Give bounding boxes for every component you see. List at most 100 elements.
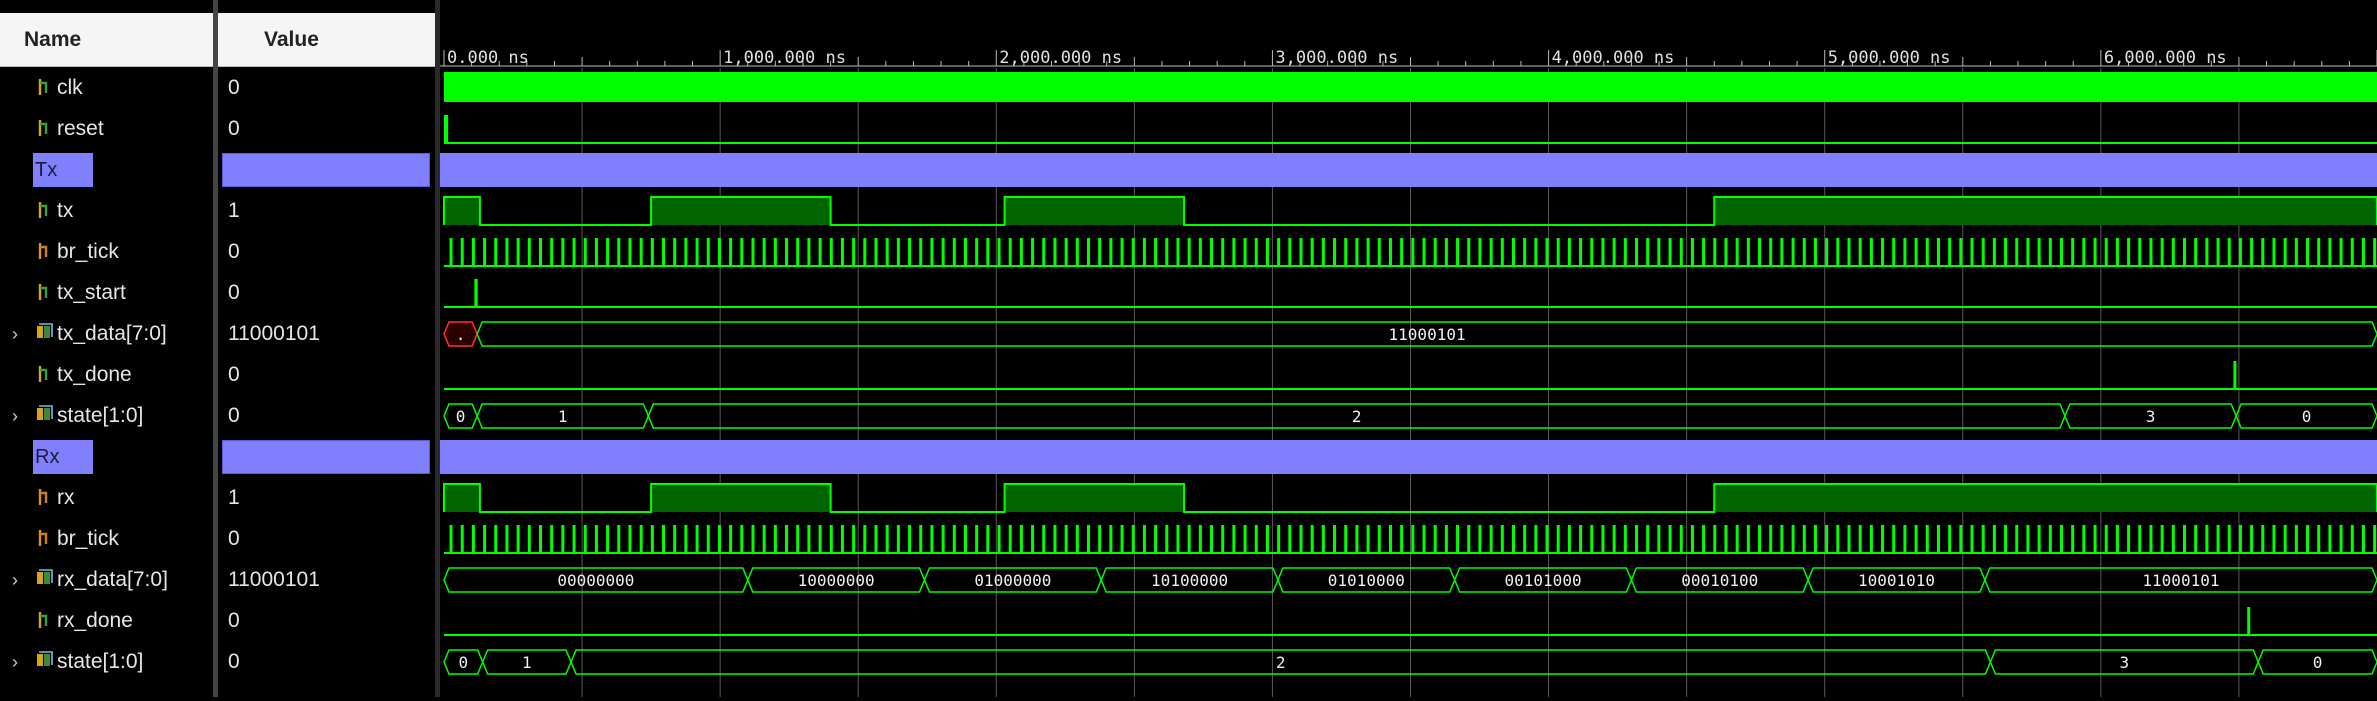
timeline-label: 1,000.000 ns <box>723 48 846 68</box>
br_tick-4-tick <box>2306 238 2310 266</box>
br_tick-4-tick <box>1579 238 1583 266</box>
br_tick-11-tick <box>1210 525 1214 553</box>
signal-row-rx[interactable]: Rx <box>0 437 215 477</box>
expand-chevron-icon[interactable]: › <box>12 406 18 427</box>
signal-value-rx_done: 0 <box>218 601 435 641</box>
expand-chevron-icon[interactable]: › <box>12 570 18 591</box>
br_tick-4-tick <box>1925 238 1929 266</box>
timeline-label: 6,000.000 ns <box>2104 48 2227 68</box>
br_tick-4-tick <box>471 238 475 266</box>
br_tick-11-tick <box>1165 525 1169 553</box>
br_tick-4-tick <box>863 238 867 266</box>
br_tick-11-tick <box>1254 525 1258 553</box>
br_tick-4-tick <box>1746 238 1750 266</box>
br_tick-11-tick <box>1590 525 1594 553</box>
br_tick-4-tick <box>1590 238 1594 266</box>
br_tick-11-tick <box>1702 525 1706 553</box>
br_tick-11-tick <box>1221 525 1225 553</box>
signal-row-tx[interactable]: tx <box>0 191 215 231</box>
br_tick-11-tick <box>2328 525 2332 553</box>
br_tick-4-tick <box>1444 238 1448 266</box>
br_tick-11-tick <box>650 525 654 553</box>
br_tick-4-tick <box>1109 238 1113 266</box>
signal-row-tx_done[interactable]: tx_done <box>0 355 215 395</box>
br_tick-11-tick <box>1321 525 1325 553</box>
br_tick-4-tick <box>1310 238 1314 266</box>
br_tick-11-tick <box>2115 525 2119 553</box>
signal-value-clk: 0 <box>218 68 435 108</box>
br_tick-4-tick <box>1758 238 1762 266</box>
br_tick-4-tick <box>2250 238 2254 266</box>
name-column-header[interactable]: Name <box>0 13 213 67</box>
br_tick-4-tick <box>997 238 1001 266</box>
signal-row-rx[interactable]: rx <box>0 478 215 518</box>
group-label[interactable]: Rx <box>33 440 93 474</box>
br_tick-11-tick <box>840 525 844 553</box>
br_tick-11-tick <box>1646 525 1650 553</box>
expand-chevron-icon[interactable]: › <box>12 324 18 345</box>
br_tick-4-tick <box>1724 238 1728 266</box>
br_tick-4-tick <box>2227 238 2231 266</box>
br_tick-4-tick <box>1422 238 1426 266</box>
br_tick-4-tick <box>1623 238 1627 266</box>
br_tick-4-tick <box>527 238 531 266</box>
waveform-canvas[interactable]: 0.000 ns 1,000.000 ns 2,000.000 ns 3,000.00… <box>440 0 2377 697</box>
br_tick-4-tick <box>2149 238 2153 266</box>
br_tick-11-tick <box>1142 525 1146 553</box>
br_tick-4-tick <box>1388 238 1392 266</box>
signal-row-tx_start[interactable]: tx_start <box>0 273 215 313</box>
br_tick-4-tick <box>1075 238 1079 266</box>
rx-high-fill <box>1714 484 2377 512</box>
br_tick-4-tick <box>986 238 990 266</box>
br_tick-11-tick <box>2183 525 2187 553</box>
br_tick-4-tick <box>941 238 945 266</box>
br_tick-11-tick <box>606 525 610 553</box>
rx_data-segment-label: 11000101 <box>2142 571 2219 590</box>
br_tick-4-tick <box>2115 238 2119 266</box>
signal-row-rx_done[interactable]: rx_done <box>0 601 215 641</box>
signal-row-br_tick[interactable]: br_tick <box>0 232 215 272</box>
br_tick-11-tick <box>1433 525 1437 553</box>
signal-row-reset[interactable]: reset <box>0 109 215 149</box>
br_tick-11-tick <box>2227 525 2231 553</box>
br_tick-4-tick <box>717 238 721 266</box>
br_tick-11-tick <box>2283 525 2287 553</box>
br_tick-4-tick <box>2272 238 2276 266</box>
br_tick-11-tick <box>762 525 766 553</box>
br_tick-11-tick <box>1635 525 1639 553</box>
br_tick-11-tick <box>2317 525 2321 553</box>
br_tick-4-tick <box>594 238 598 266</box>
br_tick-11-tick <box>1836 525 1840 553</box>
br_tick-4-tick <box>1243 238 1247 266</box>
group-label[interactable]: Tx <box>33 153 93 187</box>
bit-signal-icon <box>36 77 52 99</box>
expand-chevron-icon[interactable]: › <box>12 652 18 673</box>
signal-row-tx[interactable]: Tx <box>0 150 215 190</box>
br_tick-4-tick <box>639 238 643 266</box>
br_tick-11-tick <box>1869 525 1873 553</box>
signal-row-state[interactable]: › state[1:0] <box>0 642 215 682</box>
br_tick-4-tick <box>1825 238 1829 266</box>
br_tick-4-tick <box>2171 238 2175 266</box>
waveform-panel[interactable]: 0.000 ns 1,000.000 ns 2,000.000 ns 3,000.00… <box>440 0 2377 697</box>
br_tick-4-tick <box>572 238 576 266</box>
br_tick-11-tick <box>2149 525 2153 553</box>
br_tick-4-tick <box>628 238 632 266</box>
signal-row-br_tick[interactable]: br_tick <box>0 519 215 559</box>
signal-row-clk[interactable]: clk <box>0 68 215 108</box>
signal-value-tx_done: 0 <box>218 355 435 395</box>
signal-row-tx_data[interactable]: › tx_data[7:0] <box>0 314 215 354</box>
signal-row-state[interactable]: › state[1:0] <box>0 396 215 436</box>
br_tick-11-tick <box>1612 525 1616 553</box>
br_tick-4-tick <box>1813 238 1817 266</box>
signal-row-rx_data[interactable]: › rx_data[7:0] <box>0 560 215 600</box>
value-column-header[interactable]: Value <box>218 13 435 67</box>
br_tick-4-tick <box>2194 238 2198 266</box>
br_tick-11-tick <box>527 525 531 553</box>
rx_data-segment-label: 10100000 <box>1151 571 1228 590</box>
br_tick-11-tick <box>1780 525 1784 553</box>
br_tick-4-tick <box>1154 238 1158 266</box>
br_tick-4-tick <box>516 238 520 266</box>
tx_data-segment-label: 11000101 <box>1389 325 1466 344</box>
br_tick-4-tick <box>650 238 654 266</box>
